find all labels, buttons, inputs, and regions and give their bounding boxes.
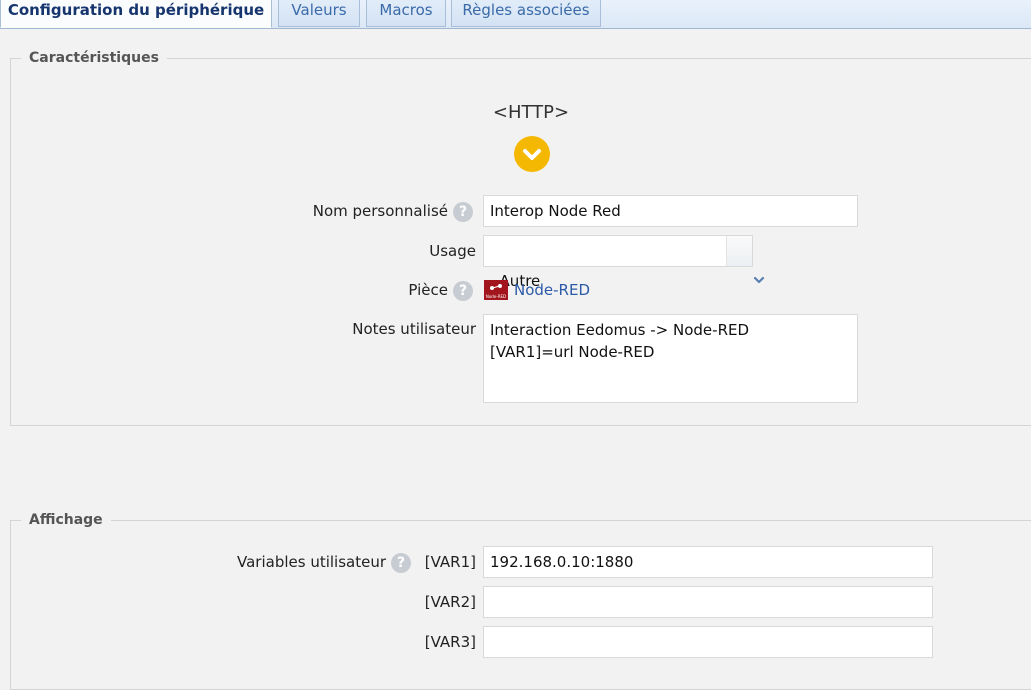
nom-personnalise-input[interactable]: Interop Node Red bbox=[483, 195, 858, 227]
tab-valeurs[interactable]: Valeurs bbox=[278, 0, 360, 27]
chevron-down-icon bbox=[753, 276, 765, 284]
notes-utilisateur-label: Notes utilisateur bbox=[352, 320, 476, 338]
tab-bar: Configuration du périphérique Valeurs Ma… bbox=[0, 0, 1031, 29]
help-icon[interactable]: ? bbox=[453, 202, 473, 222]
node-red-logo-icon bbox=[490, 284, 502, 290]
var1-input[interactable]: 192.168.0.10:1880 bbox=[483, 546, 933, 578]
variables-utilisateur-label: Variables utilisateur bbox=[237, 553, 386, 571]
nom-personnalise-label: Nom personnalisé bbox=[312, 202, 448, 220]
help-icon[interactable]: ? bbox=[391, 553, 411, 573]
expand-button[interactable] bbox=[514, 136, 550, 172]
caracteristiques-legend: Caractéristiques bbox=[21, 49, 167, 67]
notes-line: [VAR1]=url Node-RED bbox=[490, 343, 655, 361]
var1-label: [VAR1] bbox=[424, 553, 476, 571]
var3-label: [VAR3] bbox=[424, 633, 476, 651]
usage-label: Usage bbox=[429, 242, 476, 260]
help-icon[interactable]: ? bbox=[453, 281, 473, 301]
device-type-label: <HTTP> bbox=[492, 102, 570, 123]
var2-label: [VAR2] bbox=[424, 593, 476, 611]
chevron-down-icon bbox=[523, 149, 541, 160]
affichage-legend: Affichage bbox=[21, 511, 111, 529]
piece-label: Pièce bbox=[408, 281, 448, 299]
tab-regles-associees[interactable]: Règles associées bbox=[451, 0, 601, 27]
var3-input[interactable] bbox=[483, 626, 933, 658]
notes-line: Interaction Eedomus -> Node-RED bbox=[490, 321, 750, 339]
usage-select[interactable]: Autre bbox=[483, 235, 765, 290]
node-red-icon-caption: Node-RED bbox=[485, 294, 507, 299]
tab-macros[interactable]: Macros bbox=[366, 0, 446, 27]
var2-input[interactable] bbox=[483, 586, 933, 618]
notes-utilisateur-textarea[interactable]: Interaction Eedomus -> Node-RED [VAR1]=u… bbox=[483, 314, 858, 403]
piece-link[interactable]: Node-RED bbox=[514, 281, 590, 299]
usage-select-arrow[interactable] bbox=[726, 236, 765, 284]
node-red-room-icon: Node-RED bbox=[484, 280, 508, 300]
tab-configuration[interactable]: Configuration du périphérique bbox=[0, 0, 272, 28]
